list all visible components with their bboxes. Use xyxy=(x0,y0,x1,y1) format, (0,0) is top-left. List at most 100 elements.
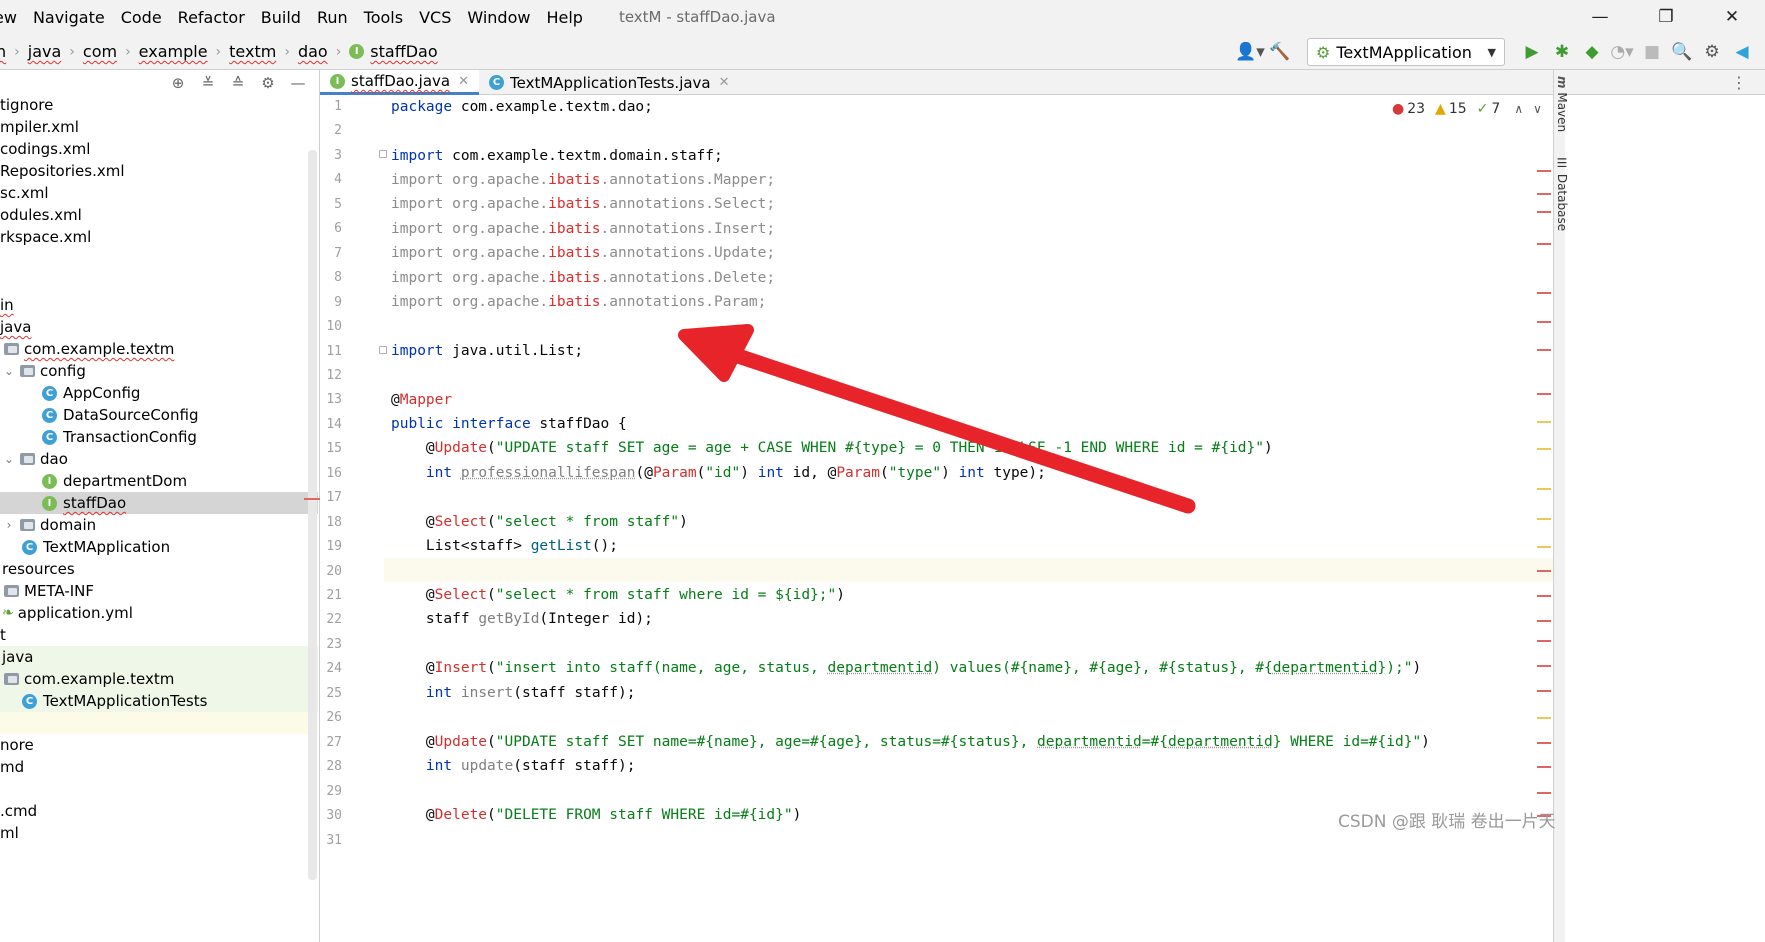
menu-refactor[interactable]: Refactor xyxy=(170,8,253,27)
tree-item[interactable]: mpiler.xml xyxy=(0,116,318,138)
fold-marker[interactable] xyxy=(379,346,387,354)
tab-menu-icon[interactable]: ⋮ xyxy=(1731,70,1747,95)
tree-item-folder[interactable]: › domain xyxy=(0,514,318,536)
coverage-icon[interactable]: ◆ xyxy=(1577,37,1607,67)
breadcrumb-main[interactable]: n xyxy=(0,42,6,61)
tree-item[interactable]: java xyxy=(0,316,318,338)
settings-icon[interactable]: ⚙ xyxy=(253,74,283,92)
tree-item-folder[interactable]: META-INF xyxy=(0,580,318,602)
chevron-down-icon[interactable]: ⌄ xyxy=(0,452,18,466)
stop-icon[interactable]: ■ xyxy=(1637,37,1667,67)
tree-item-file[interactable]: ❧ application.yml xyxy=(0,602,318,624)
close-icon[interactable]: ✕ xyxy=(458,74,469,89)
tree-item[interactable]: Repositories.xml xyxy=(0,160,318,182)
stripe-marker[interactable] xyxy=(1537,518,1551,520)
tree-item-package[interactable]: com.example.textm xyxy=(0,338,318,360)
menu-navigate[interactable]: Navigate xyxy=(25,8,113,27)
tree-item[interactable]: t xyxy=(0,624,318,646)
next-highlight-icon[interactable]: ∨ xyxy=(1533,102,1542,116)
tree-item-interface[interactable]: IdepartmentDom xyxy=(0,470,318,492)
run-configuration-select[interactable]: ⚙ TextMApplication ▼ xyxy=(1307,38,1505,66)
tab-staffdao[interactable]: I staffDao.java ✕ xyxy=(320,70,479,95)
inspection-widget[interactable]: ● 23 ▲ 15 ✓ 7 ∧ ∨ xyxy=(1392,101,1542,117)
menu-run[interactable]: Run xyxy=(309,8,356,27)
database-tool-button[interactable]: ☰ Database xyxy=(1555,156,1569,231)
stripe-marker[interactable] xyxy=(1537,570,1551,572)
breadcrumb-dao[interactable]: dao xyxy=(298,42,328,61)
menu-view[interactable]: ew xyxy=(0,8,25,27)
tree-item[interactable]: in xyxy=(0,294,318,316)
stripe-marker[interactable] xyxy=(1537,421,1551,423)
stripe-marker[interactable] xyxy=(1537,742,1551,744)
tree-item[interactable]: odules.xml xyxy=(0,204,318,226)
tree-item-package[interactable]: com.example.textm xyxy=(0,668,318,690)
stripe-marker[interactable] xyxy=(1537,595,1551,597)
menu-build[interactable]: Build xyxy=(253,8,309,27)
search-icon[interactable]: 🔍 xyxy=(1667,37,1697,67)
tree-item-class[interactable]: C AppConfig xyxy=(0,382,318,404)
run-icon[interactable]: ▶ xyxy=(1517,37,1547,67)
stripe-marker[interactable] xyxy=(1537,193,1551,195)
project-scrollbar[interactable] xyxy=(308,150,317,880)
tree-item-class[interactable]: C DataSourceConfig xyxy=(0,404,318,426)
restore-button[interactable]: ❐ xyxy=(1633,0,1699,34)
stripe-marker[interactable] xyxy=(1537,792,1551,794)
breadcrumb-staffdao[interactable]: staffDao xyxy=(370,42,437,61)
settings-icon[interactable]: ⚙ xyxy=(1697,37,1727,67)
stripe-marker[interactable] xyxy=(1537,349,1551,351)
tree-item[interactable]: ml xyxy=(0,822,318,844)
chevron-down-icon[interactable]: ⌄ xyxy=(0,364,18,378)
tab-textmapplicationtests[interactable]: C TextMApplicationTests.java ✕ xyxy=(479,70,740,95)
locate-icon[interactable]: ⊕ xyxy=(163,74,193,92)
tree-item-folder[interactable]: ⌄ config xyxy=(0,360,318,382)
tree-item[interactable]: tignore xyxy=(0,94,318,116)
tree-item-class[interactable]: C TextMApplicationTests xyxy=(0,690,318,712)
menu-code[interactable]: Code xyxy=(113,8,170,27)
tree-item-interface-selected[interactable]: IstaffDao xyxy=(0,492,318,514)
breadcrumb-textm[interactable]: textm xyxy=(229,42,276,61)
fold-marker[interactable] xyxy=(379,150,387,158)
menu-tools[interactable]: Tools xyxy=(356,8,411,27)
stripe-marker[interactable] xyxy=(1537,717,1551,719)
tree-item[interactable]: nore xyxy=(0,734,318,756)
tree-item[interactable]: .cmd xyxy=(0,800,318,822)
menu-window[interactable]: Window xyxy=(459,8,538,27)
previous-highlight-icon[interactable]: ∧ xyxy=(1514,102,1523,116)
stripe-marker[interactable] xyxy=(1537,243,1551,245)
stripe-marker[interactable] xyxy=(1537,620,1551,622)
stripe-marker[interactable] xyxy=(1537,393,1551,395)
tree-item[interactable]: resources xyxy=(0,558,318,580)
stripe-marker[interactable] xyxy=(1537,321,1551,323)
jetbrains-icon[interactable]: ◀ xyxy=(1727,37,1757,67)
tree-item[interactable]: md xyxy=(0,756,318,778)
chevron-right-icon[interactable]: › xyxy=(0,518,18,532)
stripe-marker[interactable] xyxy=(1537,488,1551,490)
collapse-all-icon[interactable]: ≙ xyxy=(223,74,253,92)
stripe-marker[interactable] xyxy=(1537,640,1551,642)
minimize-button[interactable]: — xyxy=(1567,0,1633,34)
stripe-marker[interactable] xyxy=(1537,546,1551,548)
hammer-icon[interactable]: 🔨 xyxy=(1265,37,1295,67)
expand-all-icon[interactable]: ≚ xyxy=(193,74,223,92)
tree-item-class[interactable]: C TransactionConfig xyxy=(0,426,318,448)
tree-item[interactable]: java xyxy=(0,646,318,668)
stripe-marker[interactable] xyxy=(1537,448,1551,450)
stripe-marker[interactable] xyxy=(1537,665,1551,667)
close-button[interactable]: ✕ xyxy=(1699,0,1765,34)
stripe-marker[interactable] xyxy=(1537,690,1551,692)
tree-item-class[interactable]: C TextMApplication xyxy=(0,536,318,558)
tree-item[interactable] xyxy=(0,712,318,734)
stripe-marker[interactable] xyxy=(1537,211,1551,213)
maven-tool-button[interactable]: m Maven xyxy=(1555,76,1569,132)
hide-icon[interactable]: — xyxy=(283,74,313,92)
user-icon[interactable]: 👤▾ xyxy=(1235,37,1265,67)
breadcrumb-example[interactable]: example xyxy=(139,42,208,61)
close-icon[interactable]: ✕ xyxy=(719,75,730,90)
stripe-marker[interactable] xyxy=(1537,766,1551,768)
breadcrumb-java[interactable]: java xyxy=(28,42,62,61)
tree-item[interactable]: codings.xml xyxy=(0,138,318,160)
breadcrumb-com[interactable]: com xyxy=(83,42,117,61)
menu-help[interactable]: Help xyxy=(538,8,590,27)
menu-vcs[interactable]: VCS xyxy=(411,8,459,27)
tree-item[interactable]: sc.xml xyxy=(0,182,318,204)
